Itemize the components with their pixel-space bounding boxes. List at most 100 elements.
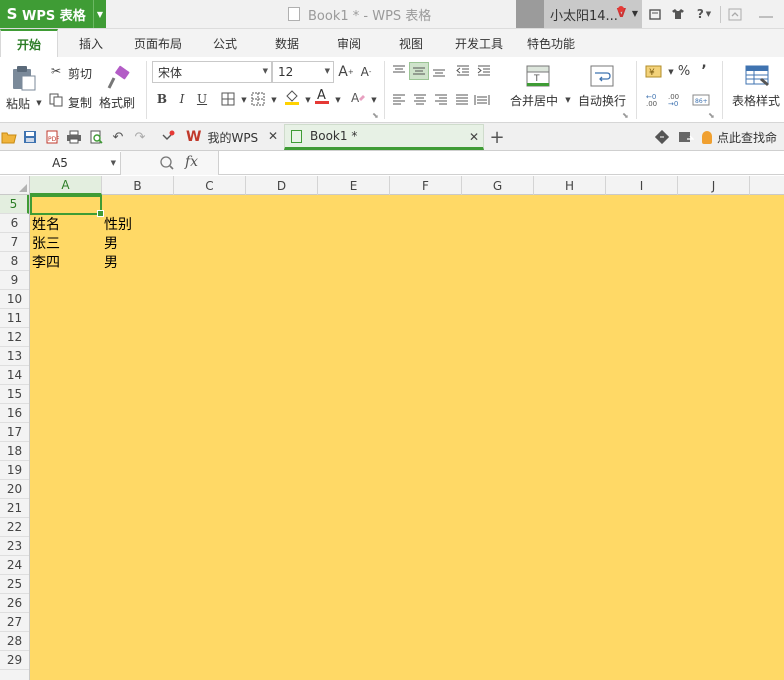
row-header[interactable]: 19 bbox=[0, 461, 29, 480]
font-size-select[interactable]: 12 ▼ bbox=[272, 61, 334, 83]
chevron-down-icon[interactable]: ▼ bbox=[266, 92, 282, 108]
distributed-align-icon[interactable] bbox=[474, 92, 490, 108]
format-painter-icon[interactable] bbox=[104, 63, 132, 93]
column-header-d[interactable]: D bbox=[246, 176, 318, 195]
row-header[interactable]: 25 bbox=[0, 575, 29, 594]
insert-function-button[interactable]: fx bbox=[185, 154, 198, 170]
align-top-icon[interactable] bbox=[391, 63, 407, 79]
paste-label[interactable]: 粘贴 bbox=[6, 95, 30, 112]
undo-icon[interactable]: ↶ bbox=[110, 129, 126, 145]
wrap-text-button[interactable]: 自动换行 bbox=[578, 92, 626, 109]
chevron-down-icon[interactable]: ▼ bbox=[31, 95, 47, 111]
chevron-down-icon[interactable]: ▼ bbox=[366, 92, 382, 108]
cell-b6[interactable]: 性别 bbox=[102, 214, 132, 233]
format-painter-button[interactable]: 格式刷 bbox=[99, 94, 135, 111]
cell-b8[interactable]: 男 bbox=[102, 252, 118, 271]
align-middle-icon[interactable] bbox=[409, 62, 429, 80]
row-header[interactable]: 14 bbox=[0, 366, 29, 385]
row-header[interactable]: 20 bbox=[0, 480, 29, 499]
row-header[interactable]: 9 bbox=[0, 271, 29, 290]
increase-indent-icon[interactable] bbox=[476, 63, 492, 79]
border-icon[interactable] bbox=[220, 91, 236, 107]
align-center-icon[interactable] bbox=[412, 92, 428, 108]
backup-icon[interactable] bbox=[654, 129, 670, 145]
print-icon[interactable] bbox=[66, 129, 82, 145]
merge-center-button[interactable]: 合并居中 bbox=[510, 92, 558, 109]
tab-book1[interactable]: Book1 * ✕ bbox=[284, 124, 484, 150]
number-format-box-icon[interactable]: 86+ bbox=[692, 92, 710, 108]
copy-icon[interactable] bbox=[48, 92, 64, 108]
row-header[interactable]: 26 bbox=[0, 594, 29, 613]
column-header-a[interactable]: A bbox=[30, 176, 102, 195]
percent-button[interactable]: % bbox=[676, 63, 692, 79]
alignment-dialog-launcher-icon[interactable]: ⬊ bbox=[622, 111, 629, 120]
increase-font-icon[interactable]: A + bbox=[338, 64, 354, 80]
column-header-h[interactable]: H bbox=[534, 176, 606, 195]
print-preview-icon[interactable] bbox=[88, 129, 104, 145]
clear-format-icon[interactable]: A bbox=[350, 90, 366, 106]
row-header[interactable]: 16 bbox=[0, 404, 29, 423]
user-account-button[interactable]: 小太阳14... V ▼ bbox=[516, 0, 642, 28]
column-header-f[interactable]: F bbox=[390, 176, 462, 195]
row-header[interactable]: 29 bbox=[0, 651, 29, 670]
row-header[interactable]: 28 bbox=[0, 632, 29, 651]
tshirt-skin-icon[interactable] bbox=[670, 6, 686, 22]
comma-style-button[interactable]: ’ bbox=[696, 63, 712, 79]
open-folder-icon[interactable] bbox=[1, 129, 17, 145]
row-header[interactable]: 22 bbox=[0, 518, 29, 537]
tab-formulas[interactable]: 公式 bbox=[202, 29, 248, 57]
tab-special-features[interactable]: 特色功能 bbox=[520, 29, 582, 57]
decrease-font-icon[interactable]: A- bbox=[358, 64, 374, 80]
align-bottom-icon[interactable] bbox=[431, 63, 447, 79]
font-name-select[interactable]: 宋体 ▼ bbox=[152, 61, 272, 83]
cell-a7[interactable]: 张三 bbox=[30, 233, 60, 252]
zoom-search-icon[interactable] bbox=[159, 155, 175, 174]
row-header[interactable]: 27 bbox=[0, 613, 29, 632]
row-header[interactable]: 24 bbox=[0, 556, 29, 575]
minimize-window-icon[interactable] bbox=[756, 6, 776, 22]
help-icon[interactable]: ? ▼ bbox=[694, 6, 714, 22]
column-header-i[interactable]: I bbox=[606, 176, 678, 195]
currency-format-icon[interactable]: ¥ bbox=[645, 63, 663, 79]
column-header-c[interactable]: C bbox=[174, 176, 246, 195]
cell-b7[interactable]: 男 bbox=[102, 233, 118, 252]
share-icon[interactable] bbox=[678, 129, 694, 145]
formula-input[interactable] bbox=[220, 151, 784, 175]
merge-center-icon[interactable]: T bbox=[524, 63, 552, 89]
column-header-b[interactable]: B bbox=[102, 176, 174, 195]
close-icon[interactable]: ✕ bbox=[268, 129, 278, 143]
cell-a8[interactable]: 李四 bbox=[30, 252, 60, 271]
italic-button[interactable]: I bbox=[174, 91, 190, 107]
cut-button[interactable]: 剪切 bbox=[68, 65, 92, 82]
scissors-icon[interactable]: ✂ bbox=[48, 63, 64, 79]
row-header[interactable]: 18 bbox=[0, 442, 29, 461]
chevron-down-icon[interactable]: ▼ bbox=[93, 0, 106, 28]
column-header-j[interactable]: J bbox=[678, 176, 750, 195]
row-header[interactable]: 13 bbox=[0, 347, 29, 366]
align-right-icon[interactable] bbox=[433, 92, 449, 108]
app-menu-button[interactable]: S WPS 表格 ▼ bbox=[0, 0, 106, 28]
row-header[interactable]: 8 bbox=[0, 252, 29, 271]
column-header-g[interactable]: G bbox=[462, 176, 534, 195]
table-style-button[interactable]: 表格样式 bbox=[732, 92, 780, 109]
decrease-decimal-icon[interactable]: .00 →0 bbox=[668, 92, 686, 108]
row-header[interactable]: 10 bbox=[0, 290, 29, 309]
row-header[interactable]: 17 bbox=[0, 423, 29, 442]
bold-button[interactable]: B bbox=[154, 91, 170, 107]
tab-data[interactable]: 数据 bbox=[264, 29, 310, 57]
row-header[interactable]: 6 bbox=[0, 214, 29, 233]
tab-view[interactable]: 视图 bbox=[388, 29, 434, 57]
redo-icon[interactable]: ↷ bbox=[132, 129, 148, 145]
command-search[interactable]: 点此查找命 bbox=[702, 127, 777, 147]
chevron-down-icon[interactable]: ▼ bbox=[560, 92, 576, 108]
font-dialog-launcher-icon[interactable]: ⬊ bbox=[372, 111, 379, 120]
fill-color-icon[interactable] bbox=[284, 89, 300, 105]
row-header[interactable]: 21 bbox=[0, 499, 29, 518]
active-cell-a5[interactable] bbox=[30, 195, 104, 217]
table-style-icon[interactable] bbox=[744, 63, 772, 89]
export-pdf-icon[interactable]: PDF bbox=[44, 129, 60, 145]
row-header[interactable]: 15 bbox=[0, 385, 29, 404]
tab-page-layout[interactable]: 页面布局 bbox=[126, 29, 190, 57]
wrap-text-icon[interactable] bbox=[588, 63, 616, 89]
cell-style-grid-icon[interactable] bbox=[250, 91, 266, 107]
